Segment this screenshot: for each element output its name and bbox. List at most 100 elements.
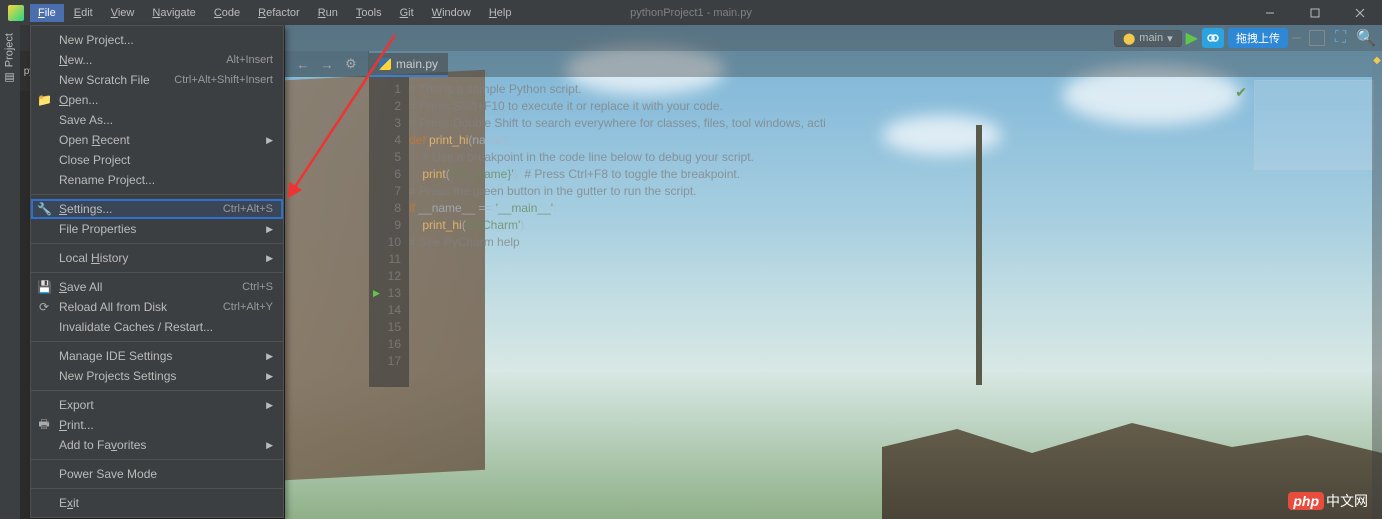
close-button[interactable]: [1337, 0, 1382, 25]
watermark: php 中文网: [1288, 491, 1368, 511]
line-number: 16: [369, 336, 401, 353]
menu-item-manage-ide-settings[interactable]: Manage IDE Settings▶: [31, 346, 283, 366]
menu-view[interactable]: View: [103, 4, 143, 22]
menu-item-save-all[interactable]: 💾Save AllCtrl+S: [31, 277, 283, 297]
watermark-badge: php: [1288, 492, 1324, 510]
menu-item-export[interactable]: Export▶: [31, 395, 283, 415]
menu-edit[interactable]: Edit: [66, 4, 101, 22]
line-number: 5: [369, 149, 401, 166]
line-number: 1: [369, 81, 401, 98]
shortcut-label: Ctrl+Alt+S: [223, 203, 273, 215]
code-line: # Press Shift+F10 to execute it or repla…: [409, 98, 1252, 115]
minimize-button[interactable]: [1247, 0, 1292, 25]
menu-navigate[interactable]: Navigate: [144, 4, 203, 22]
menu-item-exit[interactable]: Exit: [31, 493, 283, 513]
menu-item-settings[interactable]: 🔧Settings...Ctrl+Alt+S: [31, 199, 283, 219]
chevron-right-icon: ▶: [266, 253, 273, 264]
line-number: 9: [369, 217, 401, 234]
menu-item-label: File Properties: [59, 222, 266, 236]
menu-item-label: New Scratch File: [59, 73, 174, 87]
menu-item-print[interactable]: 🖶Print...: [31, 415, 283, 435]
shortcut-label: Alt+Insert: [226, 54, 273, 66]
shortcut-label: Ctrl+S: [242, 281, 273, 293]
menu-item-close-project[interactable]: Close Project: [31, 150, 283, 170]
menu-separator: [31, 243, 283, 244]
menu-item-file-properties[interactable]: File Properties▶: [31, 219, 283, 239]
menu-help[interactable]: Help: [481, 4, 520, 22]
file-tab-main[interactable]: main.py: [369, 53, 448, 77]
menu-window[interactable]: Window: [424, 4, 479, 22]
menu-item-new-scratch-file[interactable]: New Scratch FileCtrl+Alt+Shift+Insert: [31, 70, 283, 90]
menu-refactor[interactable]: Refactor: [250, 4, 308, 22]
menu-item-local-history[interactable]: Local History▶: [31, 248, 283, 268]
link-button[interactable]: [1202, 28, 1224, 48]
menu-item-label: Local History: [59, 251, 266, 265]
back-icon[interactable]: ←: [296, 57, 309, 72]
chevron-right-icon: ▶: [266, 440, 273, 451]
chevron-right-icon: ▶: [266, 351, 273, 362]
menu-separator: [31, 459, 283, 460]
line-number: 11: [369, 251, 401, 268]
menu-separator: [31, 341, 283, 342]
line-number: 6: [369, 166, 401, 183]
run-button[interactable]: ▶: [1186, 28, 1198, 48]
menu-item-rename-project[interactable]: Rename Project...: [31, 170, 283, 190]
menu-item-new[interactable]: New...Alt+Insert: [31, 50, 283, 70]
code-line: def print_hi(name):: [409, 132, 1252, 149]
menu-run[interactable]: Run: [310, 4, 346, 22]
menu-item-new-projects-settings[interactable]: New Projects Settings▶: [31, 366, 283, 386]
menu-item-reload-all-from-disk[interactable]: ⟳Reload All from DiskCtrl+Alt+Y: [31, 297, 283, 317]
line-number: 13▶: [369, 285, 401, 302]
stop-button[interactable]: [1309, 30, 1325, 46]
menu-separator: [31, 390, 283, 391]
menu-separator: [31, 272, 283, 273]
editor-left-toolbar: ← → ⚙: [285, 51, 369, 77]
menu-item-invalidate-caches-restart[interactable]: Invalidate Caches / Restart...: [31, 317, 283, 337]
code-line: # This is a sample Python script.: [409, 81, 1252, 98]
menu-item-save-as[interactable]: Save As...: [31, 110, 283, 130]
editor-tabs: main.py: [369, 51, 1372, 77]
search-icon[interactable]: 🔍: [1356, 28, 1376, 48]
menu-git[interactable]: Git: [392, 4, 422, 22]
inspection-ok-icon[interactable]: ✔: [1235, 84, 1247, 101]
line-number: 17: [369, 353, 401, 370]
menu-item-label: Rename Project...: [59, 173, 273, 187]
chevron-right-icon: ▶: [266, 371, 273, 382]
line-number: 3: [369, 115, 401, 132]
menu-item-new-project[interactable]: New Project...: [31, 30, 283, 50]
line-gutter: 12345678910111213▶14151617: [369, 77, 409, 387]
line-number: 2: [369, 98, 401, 115]
menu-item-label: Open...: [59, 93, 273, 107]
menu-item-label: Open Recent: [59, 133, 266, 147]
shortcut-label: Ctrl+Alt+Y: [223, 301, 273, 313]
code-minimap[interactable]: [1254, 80, 1374, 170]
menu-item-open-recent[interactable]: Open Recent▶: [31, 130, 283, 150]
run-config-selector[interactable]: ⬤ main ▾: [1114, 30, 1182, 47]
save-icon: 💾: [37, 280, 51, 294]
python-icon: ⬤: [1123, 32, 1135, 45]
menu-code[interactable]: Code: [206, 4, 248, 22]
bulb-icon[interactable]: ◆: [1372, 51, 1382, 66]
forward-icon[interactable]: →: [321, 57, 334, 72]
maximize-button[interactable]: [1292, 0, 1337, 25]
chevron-right-icon: ▶: [266, 400, 273, 411]
file-menu-dropdown: New Project...New...Alt+InsertNew Scratc…: [30, 25, 284, 518]
upload-button[interactable]: 拖拽上传: [1228, 28, 1288, 48]
menu-item-power-save-mode[interactable]: Power Save Mode: [31, 464, 283, 484]
menu-file[interactable]: File: [30, 4, 64, 22]
code-line: # Press Double Shift to search everywher…: [409, 115, 1252, 132]
menu-item-label: Close Project: [59, 153, 273, 167]
project-tool-tab[interactable]: ▤ Project: [0, 25, 19, 92]
menu-item-open[interactable]: 📁Open...: [31, 90, 283, 110]
menu-item-label: Save As...: [59, 113, 273, 127]
menu-separator: [31, 194, 283, 195]
menubar: FileEditViewNavigateCodeRefactorRunTools…: [30, 4, 519, 22]
run-gutter-icon[interactable]: ▶: [373, 285, 380, 302]
menu-item-add-to-favorites[interactable]: Add to Favorites▶: [31, 435, 283, 455]
settings-gear-icon[interactable]: ⚙: [345, 56, 357, 72]
code-line: # See PyCharm help: [409, 234, 1252, 251]
line-number: 14: [369, 302, 401, 319]
inspect-icon[interactable]: ⛶: [1335, 29, 1346, 47]
code-editor[interactable]: # This is a sample Python script.# Press…: [409, 77, 1252, 387]
menu-tools[interactable]: Tools: [348, 4, 390, 22]
